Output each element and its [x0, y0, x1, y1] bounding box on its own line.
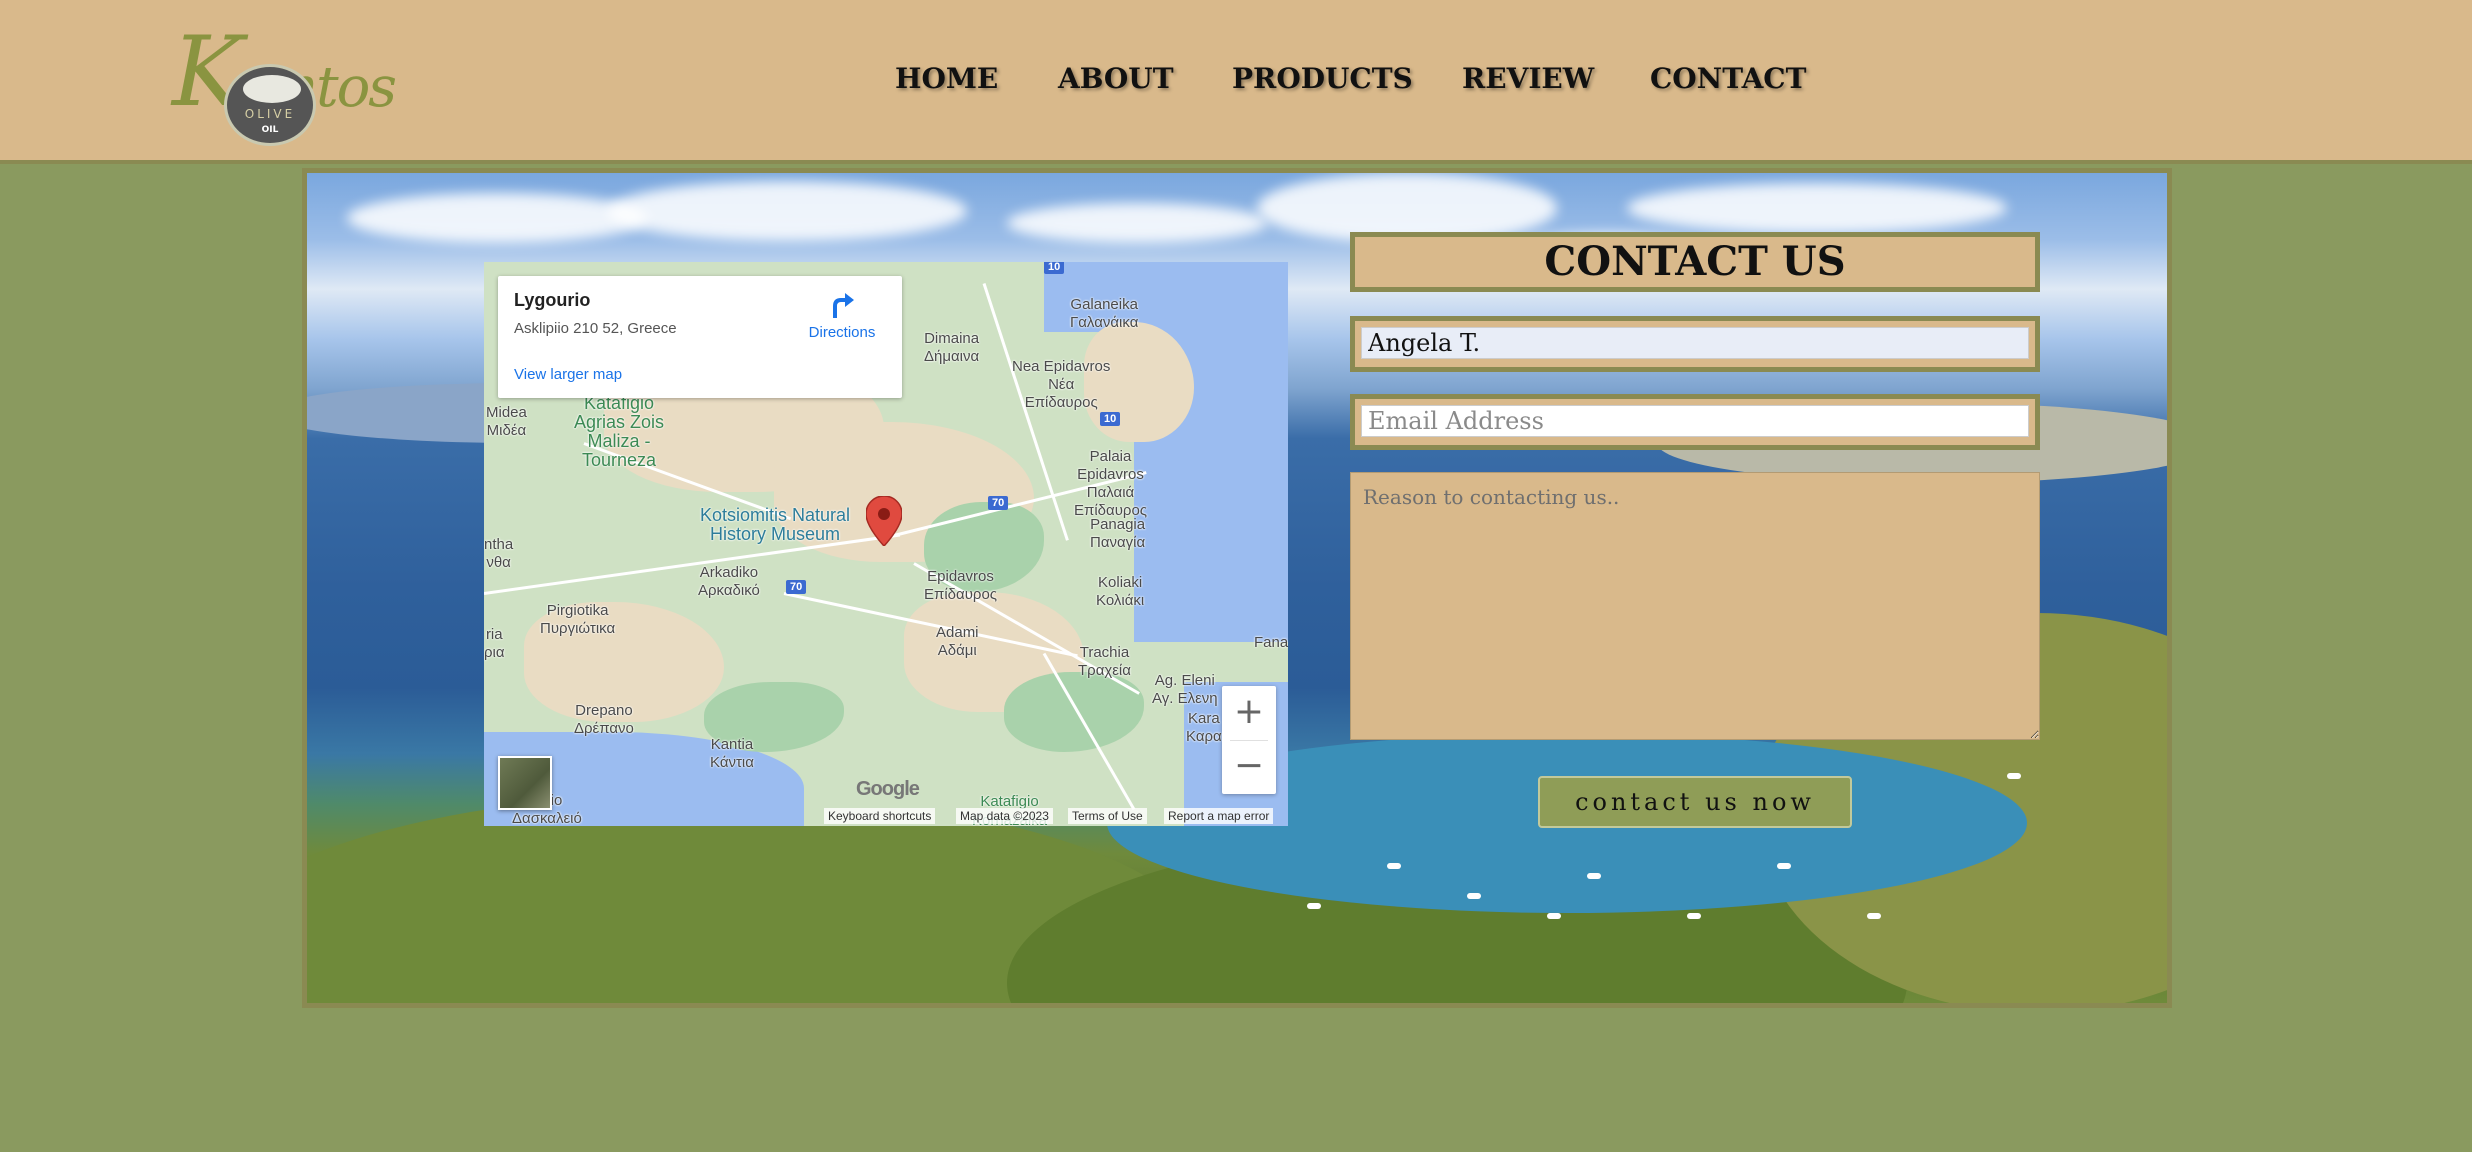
- map-label: Dimaina Δήμαινα: [924, 330, 980, 365]
- map-label: ntha νθα: [484, 536, 514, 571]
- nav-contact[interactable]: CONTACT: [1650, 62, 1806, 95]
- map-label: Kotsiomitis Natural History Museum: [700, 505, 851, 544]
- embedded-map[interactable]: Galaneika Γαλανάικα Dimaina Δήμαινα Nea Ep…: [484, 262, 1288, 826]
- map-footer: Keyboard shortcuts Map data ©2023 Terms …: [484, 806, 1288, 826]
- map-label: Koliaki Κολιάκι: [1096, 574, 1145, 609]
- location-pin-icon[interactable]: [865, 495, 903, 548]
- map-label: Ag. Eleni Αγ. Ελενη: [1152, 672, 1218, 707]
- map-label: Kantia Κάντια: [710, 736, 754, 771]
- cloud: [1007, 203, 1267, 243]
- map-label: Katafigio Agrias Zois Maliza - Tourneza: [574, 393, 665, 470]
- road-shield: 70: [786, 580, 807, 594]
- contact-submit-button[interactable]: contact us now: [1538, 776, 1852, 828]
- nav-home[interactable]: HOME: [895, 62, 998, 95]
- contact-title: CONTACT US: [1350, 232, 2040, 292]
- map-label: Arkadiko Αρκαδικό: [698, 564, 760, 599]
- map-data-label: Map data ©2023: [956, 808, 1053, 824]
- name-input[interactable]: [1361, 327, 2029, 359]
- terms-of-use-link[interactable]: Terms of Use: [1068, 808, 1147, 824]
- road-shield: 70: [988, 496, 1009, 510]
- map-label: Adami Αδάμι: [936, 624, 979, 659]
- keyboard-shortcuts-link[interactable]: Keyboard shortcuts: [824, 808, 936, 824]
- map-label: Panagia Παναγία: [1090, 516, 1146, 551]
- map-label: Epidavros Επίδαυρος: [924, 568, 998, 603]
- reason-textarea[interactable]: [1350, 472, 2040, 740]
- zoom-out-button[interactable]: −: [1222, 740, 1276, 794]
- zoom-controls: + −: [1222, 686, 1276, 794]
- satellite-toggle-thumbnail[interactable]: [498, 756, 552, 810]
- boat: [1777, 863, 1791, 869]
- map-label: Trachia Τραχεία: [1078, 644, 1131, 679]
- directions-icon: [827, 290, 857, 320]
- boat: [1867, 913, 1881, 919]
- main-nav: HOME ABOUT PRODUCTS REVIEW CONTACT: [0, 62, 2472, 102]
- email-input[interactable]: [1361, 405, 2029, 437]
- map-label: ria ρια: [484, 626, 505, 661]
- email-field-frame: [1350, 394, 2040, 450]
- cloud: [1627, 183, 2007, 233]
- directions-label: Directions: [808, 324, 876, 341]
- boat: [1547, 913, 1561, 919]
- boat: [2007, 773, 2021, 779]
- map-label: Galaneika Γαλανάικα: [1070, 296, 1139, 331]
- name-field-frame: [1350, 316, 2040, 372]
- google-logo: Google: [856, 778, 920, 800]
- map-label: Midea Μιδέα: [486, 404, 527, 439]
- boat: [1587, 873, 1601, 879]
- boat: [1687, 913, 1701, 919]
- map-label: Palaia Epidavros Παλαιά Επίδαυρος: [1074, 448, 1148, 519]
- map-label: Drepano Δρέπανο: [574, 702, 634, 737]
- map-label: Pirgiotika Πυργιώτικα: [540, 602, 616, 637]
- logo-badge-word: OLIVE: [244, 107, 296, 121]
- cloud: [347, 193, 647, 243]
- map-label: Nea Epidavros Νέα Επίδαυρος: [1012, 358, 1111, 411]
- logo-badge-sub: OIL: [261, 125, 279, 135]
- map-label: Fana: [1254, 634, 1288, 651]
- nav-products[interactable]: PRODUCTS: [1232, 62, 1413, 95]
- nav-about[interactable]: ABOUT: [1058, 62, 1174, 95]
- directions-button[interactable]: Directions: [798, 290, 886, 341]
- boat: [1467, 893, 1481, 899]
- view-larger-map-link[interactable]: View larger map: [514, 366, 622, 383]
- site-header: K ntos OLIVE OIL HOME ABOUT PRODUCTS REV…: [0, 0, 2472, 164]
- cloud: [607, 181, 967, 241]
- zoom-in-button[interactable]: +: [1222, 686, 1276, 740]
- map-label: Kara Καρα: [1186, 710, 1222, 745]
- road-shield: 10: [1044, 262, 1065, 274]
- boat: [1307, 903, 1321, 909]
- boat: [1387, 863, 1401, 869]
- map-place-name: Lygourio: [514, 290, 591, 310]
- nav-review[interactable]: REVIEW: [1462, 62, 1594, 95]
- map-address: Asklipiio 210 52, Greece: [514, 320, 677, 337]
- map-info-card: Lygourio Asklipiio 210 52, Greece View l…: [498, 276, 902, 398]
- report-map-error-link[interactable]: Report a map error: [1164, 808, 1274, 824]
- road-shield: 10: [1100, 412, 1121, 426]
